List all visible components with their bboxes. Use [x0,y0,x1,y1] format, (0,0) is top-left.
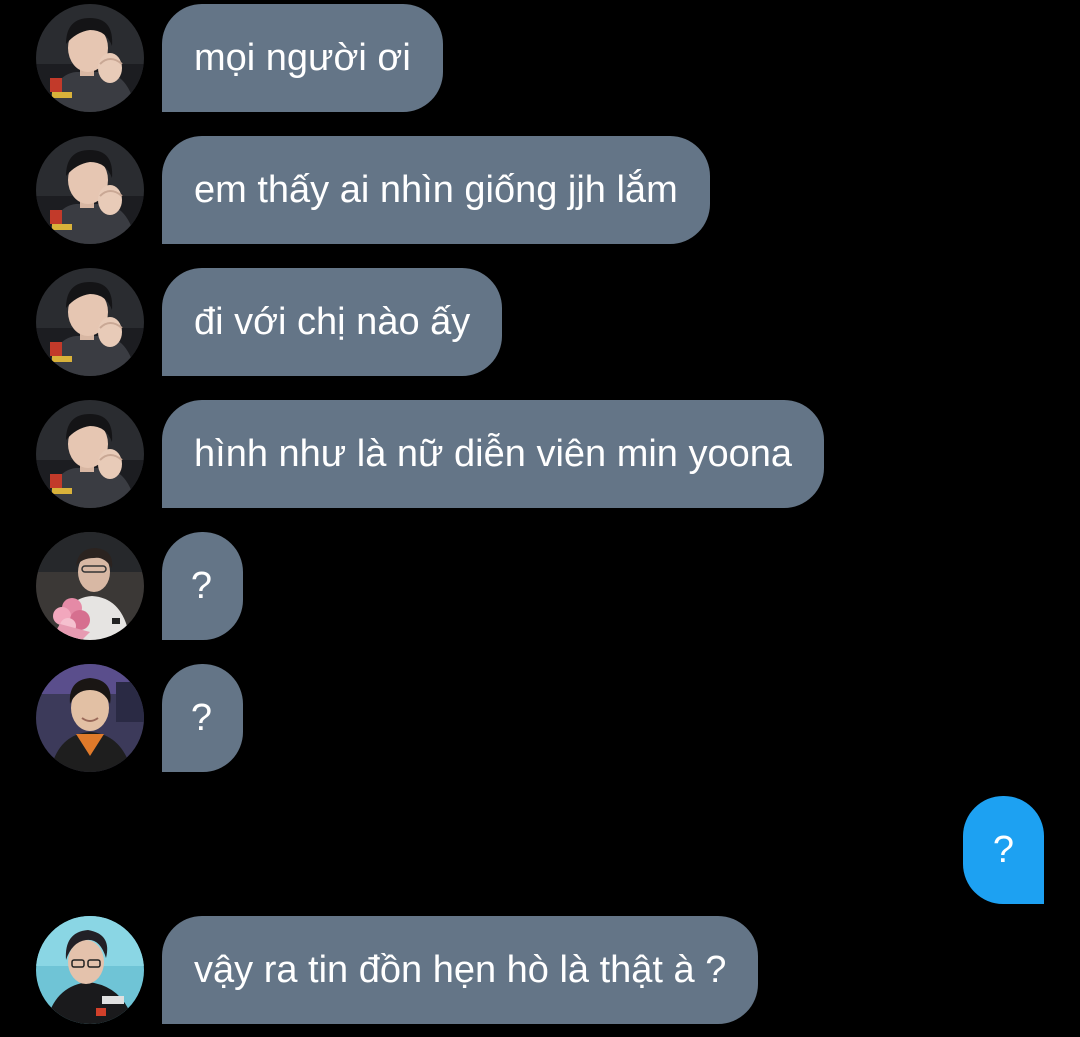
avatar-user-a[interactable] [36,4,144,112]
avatar-image [36,532,144,640]
avatar-user-a[interactable] [36,268,144,376]
avatar-image [36,136,144,244]
avatar-user-a[interactable] [36,136,144,244]
avatar-image [36,664,144,772]
avatar-image [36,4,144,112]
avatar-user-d[interactable] [36,916,144,1024]
incoming-message-bubble[interactable]: ? [162,532,243,640]
incoming-message-bubble[interactable]: đi với chị nào ấy [162,268,503,376]
incoming-message-bubble[interactable]: hình như là nữ diễn viên min yoona [162,400,825,508]
avatar-user-c[interactable] [36,664,144,772]
avatar-image [36,268,144,376]
incoming-message-bubble[interactable]: ? [162,664,243,772]
avatar-user-b[interactable] [36,532,144,640]
avatar-image [36,916,144,1024]
avatar-user-a[interactable] [36,400,144,508]
incoming-message-bubble[interactable]: em thấy ai nhìn giống jjh lắm [162,136,710,244]
outgoing-message-bubble[interactable]: ? [963,796,1044,904]
incoming-message-bubble[interactable]: vậy ra tin đồn hẹn hò là thật à ? [162,916,759,1024]
avatar-image [36,400,144,508]
incoming-message-bubble[interactable]: mọi người ơi [162,4,443,112]
